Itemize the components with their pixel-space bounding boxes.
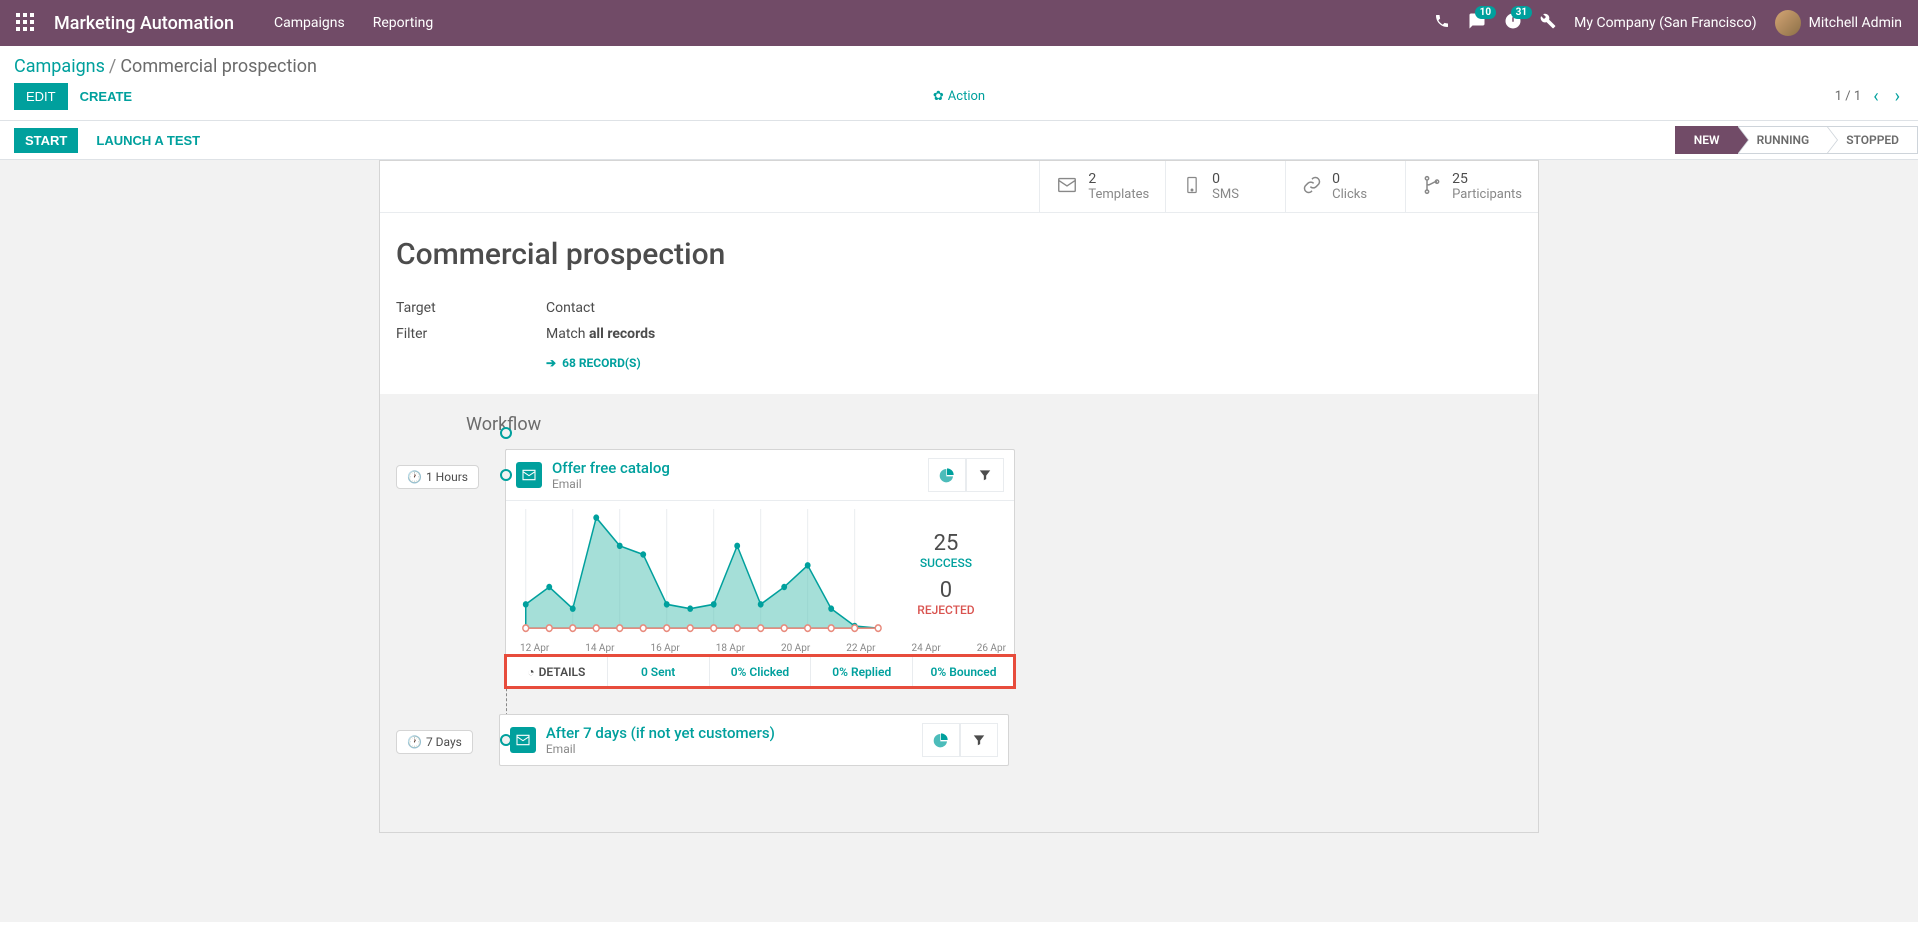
- form-scroll[interactable]: 2Templates 0SMS 0Clicks 25Participants C…: [0, 160, 1918, 922]
- breadcrumb-root[interactable]: Campaigns: [14, 56, 105, 77]
- breadcrumb: Campaigns / Commercial prospection: [0, 46, 1918, 83]
- page-title: Commercial prospection: [396, 237, 1522, 272]
- debug-icon[interactable]: [1540, 13, 1556, 33]
- activity-title[interactable]: Offer free catalog: [552, 459, 670, 477]
- branch-icon: [1422, 175, 1442, 199]
- activities-badge: 31: [1511, 6, 1532, 19]
- records-link[interactable]: ➔ 68 RECORD(S): [546, 356, 1522, 370]
- filter-value: Match all records: [546, 326, 655, 342]
- stat-sms[interactable]: 0SMS: [1165, 161, 1285, 212]
- apps-icon[interactable]: [16, 13, 36, 33]
- start-button[interactable]: START: [14, 128, 78, 153]
- chart-stats: 25SUCCESS 0REJECTED: [886, 509, 1006, 639]
- pie-icon: ◔: [527, 665, 534, 679]
- nav-links: Campaigns Reporting: [274, 15, 433, 31]
- messages-badge: 10: [1475, 6, 1496, 19]
- pager: 1 / 1 ‹ ›: [1835, 86, 1904, 107]
- create-button[interactable]: CREATE: [68, 83, 144, 110]
- bounced-stat[interactable]: 0% Bounced: [912, 657, 1014, 687]
- form-sheet: 2Templates 0SMS 0Clicks 25Participants C…: [379, 160, 1539, 833]
- phone-icon[interactable]: [1434, 13, 1450, 33]
- pager-prev[interactable]: ‹: [1869, 86, 1882, 107]
- activity-card: After 7 days (if not yet customers) Emai…: [499, 714, 1009, 766]
- user-menu[interactable]: Mitchell Admin: [1775, 10, 1902, 36]
- filter-button[interactable]: [966, 458, 1004, 492]
- filter-button[interactable]: [960, 723, 998, 757]
- breadcrumb-separator: /: [105, 56, 120, 77]
- filter-label: Filter: [396, 326, 546, 342]
- workflow-area: Workflow 🕐 1 Hours Offer fre: [380, 394, 1538, 832]
- details-button[interactable]: ◔DETAILS: [506, 657, 607, 687]
- arrow-right-icon: ➔: [546, 356, 556, 370]
- avatar: [1775, 10, 1801, 36]
- clock-icon: 🕐: [407, 470, 422, 484]
- link-icon: [1302, 175, 1322, 199]
- activity-footer: ◔DETAILS 0 Sent 0% Clicked 0% Replied 0%…: [506, 656, 1014, 687]
- app-brand: Marketing Automation: [54, 13, 234, 34]
- breadcrumb-current: Commercial prospection: [120, 56, 317, 77]
- nav-campaigns[interactable]: Campaigns: [274, 15, 345, 31]
- delay-badge[interactable]: 🕐 1 Hours: [396, 465, 479, 489]
- stat-clicks[interactable]: 0Clicks: [1285, 161, 1405, 212]
- delay-badge[interactable]: 🕐 7 Days: [396, 730, 473, 754]
- activity-row: 🕐 7 Days After 7 days (if not yet custom…: [396, 714, 1522, 766]
- replied-stat[interactable]: 0% Replied: [810, 657, 912, 687]
- status-stages: NEW RUNNING STOPPED: [1676, 121, 1918, 159]
- activity-row: 🕐 1 Hours Offer free catalog Email: [396, 449, 1522, 688]
- chart-xaxis: 12 Apr14 Apr16 Apr18 Apr20 Apr22 Apr24 A…: [506, 643, 1014, 656]
- action-dropdown[interactable]: ✿ Action: [933, 89, 985, 104]
- stat-buttons: 2Templates 0SMS 0Clicks 25Participants: [380, 161, 1538, 213]
- envelope-icon: [1056, 174, 1078, 200]
- pager-next[interactable]: ›: [1891, 86, 1904, 107]
- messages-icon[interactable]: 10: [1468, 12, 1486, 34]
- controls-row: EDIT CREATE ✿ Action 1 / 1 ‹ ›: [0, 83, 1918, 120]
- envelope-icon: [510, 727, 536, 753]
- target-value: Contact: [546, 300, 595, 316]
- stat-participants[interactable]: 25Participants: [1405, 161, 1538, 212]
- stage-new[interactable]: NEW: [1675, 126, 1739, 154]
- stage-stopped[interactable]: STOPPED: [1827, 126, 1918, 154]
- topbar: Marketing Automation Campaigns Reporting…: [0, 0, 1918, 46]
- launch-test-button[interactable]: LAUNCH A TEST: [84, 129, 212, 152]
- mobile-icon: [1182, 175, 1202, 199]
- activity-type: Email: [552, 477, 670, 491]
- clock-icon: 🕐: [407, 735, 422, 749]
- sent-stat[interactable]: 0 Sent: [607, 657, 709, 687]
- activity-card: Offer free catalog Email: [505, 449, 1015, 688]
- stat-templates[interactable]: 2Templates: [1039, 161, 1165, 212]
- gear-icon: ✿: [933, 89, 944, 104]
- nav-reporting[interactable]: Reporting: [373, 15, 434, 31]
- pager-text: 1 / 1: [1835, 89, 1861, 104]
- activity-chart: [514, 509, 886, 639]
- company-selector[interactable]: My Company (San Francisco): [1574, 15, 1756, 31]
- activity-type: Email: [546, 742, 775, 756]
- chart-toggle-button[interactable]: [922, 723, 960, 757]
- activities-icon[interactable]: 31: [1504, 12, 1522, 34]
- edit-button[interactable]: EDIT: [14, 83, 68, 110]
- envelope-icon: [516, 462, 542, 488]
- chart-toggle-button[interactable]: [928, 458, 966, 492]
- target-label: Target: [396, 300, 546, 316]
- statusbar: START LAUNCH A TEST NEW RUNNING STOPPED: [0, 120, 1918, 160]
- activity-title[interactable]: After 7 days (if not yet customers): [546, 724, 775, 742]
- timeline: 🕐 1 Hours Offer free catalog Email: [396, 449, 1522, 766]
- clicked-stat[interactable]: 0% Clicked: [709, 657, 811, 687]
- stage-running[interactable]: RUNNING: [1738, 126, 1829, 154]
- user-name: Mitchell Admin: [1809, 15, 1902, 31]
- workflow-heading: Workflow: [466, 414, 1522, 435]
